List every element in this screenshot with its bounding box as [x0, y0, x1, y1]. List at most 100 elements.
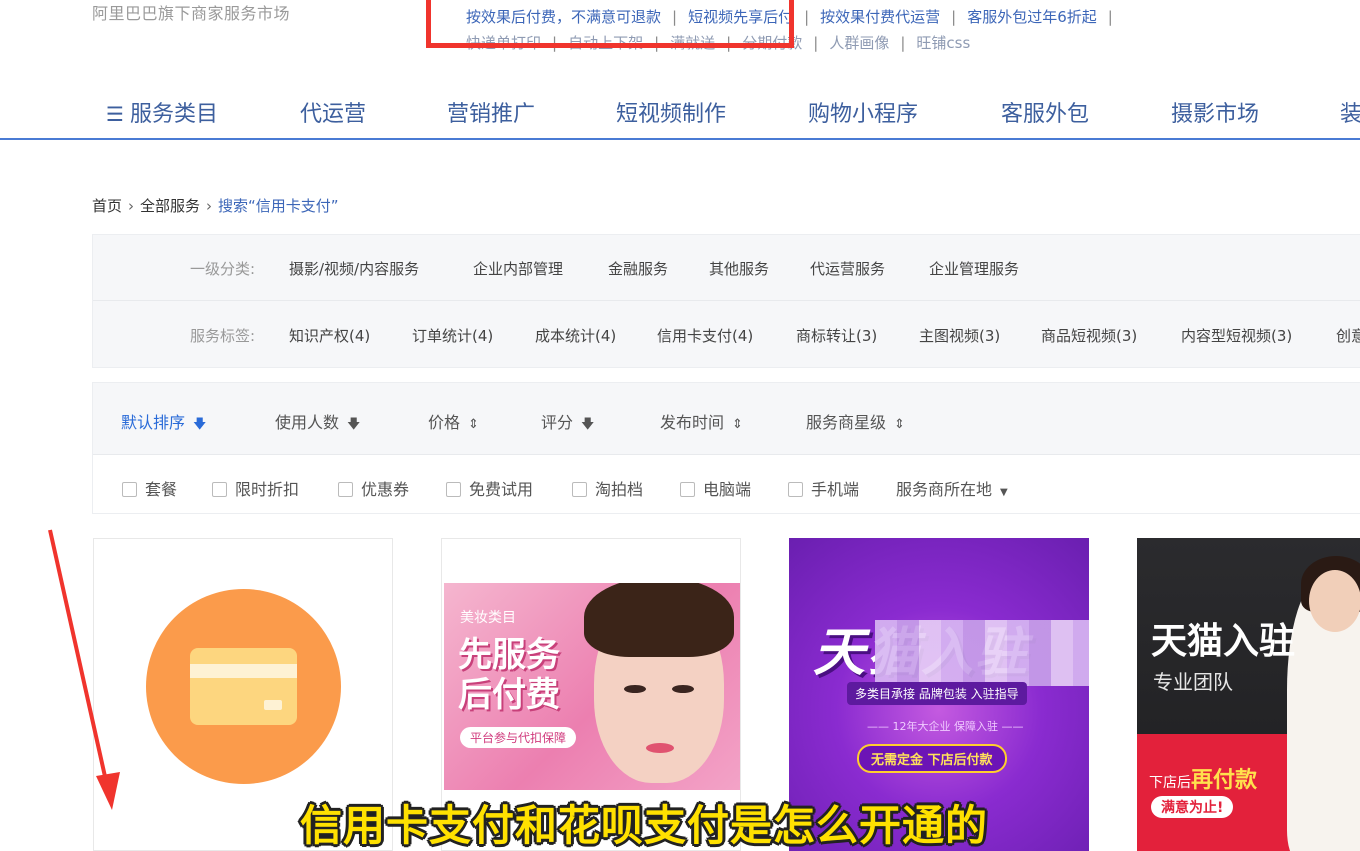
nav-item-mini-program[interactable]: 购物小程序	[808, 96, 918, 128]
banner-category: 美妆类目	[460, 610, 516, 626]
pay-highlight: 再付款	[1191, 768, 1258, 793]
category-option[interactable]: 企业内部管理	[473, 258, 563, 279]
tag-option[interactable]: 商标转让(3)	[796, 325, 877, 346]
promo-link[interactable]: 按效果付费代运营	[820, 8, 940, 26]
model-portrait	[584, 583, 734, 783]
divider: |	[813, 34, 819, 52]
checkbox-filter-row: 套餐 限时折扣 优惠券 免费试用 淘拍档 电脑端 手机端 服务商所在地 ▼	[93, 456, 1360, 514]
checkbox-package[interactable]: 套餐	[122, 476, 177, 500]
promo-link[interactable]: 旺铺css	[916, 34, 970, 52]
divider: |	[951, 8, 957, 26]
sort-label: 服务商星级	[806, 413, 887, 432]
sort-price[interactable]: 价格 ⇕	[428, 409, 479, 433]
checkbox-icon[interactable]	[572, 482, 587, 497]
tag-option[interactable]: 创意	[1336, 325, 1360, 346]
promo-link[interactable]: 客服外包过年6折起	[967, 8, 1097, 26]
nav-item-photography[interactable]: 摄影市场	[1171, 96, 1259, 128]
nav-item-short-video[interactable]: 短视频制作	[616, 96, 726, 128]
tag-option[interactable]: 内容型短视频(3)	[1181, 325, 1292, 346]
category-option[interactable]: 代运营服务	[810, 258, 885, 279]
tag-label: 服务标签:	[190, 327, 256, 345]
checkbox-label: 套餐	[145, 480, 178, 499]
divider: |	[672, 8, 678, 26]
sort-label: 发布时间	[660, 413, 725, 432]
sort-updown-icon: ⇕	[732, 417, 743, 432]
service-card[interactable]: 天猫入驻 专业团队 下店后再付款 满意为止!	[1137, 538, 1360, 851]
category-option[interactable]: 企业管理服务	[929, 258, 1019, 279]
checkbox-desktop[interactable]: 电脑端	[680, 476, 751, 500]
portrait-head	[1309, 570, 1360, 632]
nav-item-operation[interactable]: 代运营	[300, 96, 366, 128]
nav-item-decoration[interactable]: 装	[1340, 96, 1360, 128]
category-label: 一级分类:	[190, 260, 256, 278]
checkbox-icon[interactable]	[338, 482, 353, 497]
checkbox-icon[interactable]	[212, 482, 227, 497]
nav-item-service-category[interactable]: ☰ 服务类目	[106, 96, 218, 128]
sort-updown-icon: ⇕	[468, 417, 479, 432]
sort-rating[interactable]: 评分 🡇	[541, 409, 594, 437]
checkbox-icon[interactable]	[788, 482, 803, 497]
category-option[interactable]: 其他服务	[709, 258, 769, 279]
sort-label: 评分	[541, 413, 574, 432]
checkbox-taopaidang[interactable]: 淘拍档	[572, 476, 643, 500]
video-subtitle: 信用卡支付和花呗支付是怎么开通的	[300, 801, 989, 850]
portrait-eye	[672, 685, 694, 693]
banner-subtitle: 专业团队	[1153, 670, 1233, 694]
promo-link[interactable]: 短视频先享后付	[688, 8, 793, 26]
nav-item-customer-service[interactable]: 客服外包	[1001, 96, 1089, 128]
pay-prefix: 下店后	[1149, 775, 1191, 791]
sort-users[interactable]: 使用人数 🡇	[275, 409, 360, 437]
dropdown-label: 服务商所在地	[896, 480, 993, 499]
banner-note: —— 12年大企业 保障入驻 ——	[867, 720, 1024, 733]
checkbox-limited-discount[interactable]: 限时折扣	[212, 476, 299, 500]
promo-link[interactable]: 人群画像	[829, 34, 889, 52]
category-option[interactable]: 金融服务	[608, 258, 668, 279]
divider: |	[654, 34, 660, 52]
checkbox-label: 手机端	[811, 480, 860, 499]
tag-option[interactable]: 成本统计(4)	[535, 325, 616, 346]
card-stripe	[190, 664, 297, 678]
banner-headline: 先服务 后付费	[458, 635, 560, 715]
tag-option[interactable]: 商品短视频(3)	[1041, 325, 1137, 346]
divider: |	[552, 34, 558, 52]
breadcrumb: 首页 › 全部服务 › 搜索“信用卡支付”	[92, 195, 339, 216]
breadcrumb-home[interactable]: 首页	[92, 197, 122, 215]
promo-link[interactable]: 满就送	[670, 34, 715, 52]
nav-item-marketing[interactable]: 营销推广	[447, 96, 535, 128]
checkbox-icon[interactable]	[680, 482, 695, 497]
sort-label: 价格	[428, 413, 461, 432]
checkbox-icon[interactable]	[122, 482, 137, 497]
divider: |	[1107, 8, 1113, 26]
tag-option[interactable]: 信用卡支付(4)	[657, 325, 753, 346]
provider-location-dropdown[interactable]: 服务商所在地 ▼	[896, 476, 1008, 500]
promo-link[interactable]: 快递单打印	[466, 34, 541, 52]
chevron-right-icon: ›	[128, 197, 135, 215]
brand-subtitle: 阿里巴巴旗下商家服务市场	[92, 4, 291, 23]
category-option[interactable]: 摄影/视频/内容服务	[289, 258, 419, 279]
promo-link[interactable]: 分期付款	[742, 34, 802, 52]
checkbox-coupon[interactable]: 优惠券	[338, 476, 409, 500]
tag-filter-row: 服务标签: 知识产权(4) 订单统计(4) 成本统计(4) 信用卡支付(4) 商…	[93, 302, 1360, 368]
sort-provider-stars[interactable]: 服务商星级 ⇕	[806, 409, 905, 433]
breadcrumb-all-services[interactable]: 全部服务	[140, 197, 200, 215]
tag-option[interactable]: 知识产权(4)	[289, 325, 370, 346]
caret-down-icon: ▼	[1000, 487, 1008, 498]
checkbox-icon[interactable]	[446, 482, 461, 497]
mosaic-blur	[875, 620, 1089, 686]
checkbox-free-trial[interactable]: 免费试用	[446, 476, 533, 500]
sort-publish-time[interactable]: 发布时间 ⇕	[660, 409, 743, 433]
banner-tag: 平台参与代扣保障	[460, 727, 577, 748]
tag-option[interactable]: 订单统计(4)	[412, 325, 493, 346]
card-chip	[264, 700, 282, 710]
service-banner: 天猫入驻 专业团队 下店后再付款 满意为止!	[1137, 538, 1360, 851]
tag-option[interactable]: 主图视频(3)	[919, 325, 1000, 346]
sort-label: 默认排序	[121, 413, 186, 432]
promo-row-1: 按效果后付费，不满意可退款 | 短视频先享后付 | 按效果付费代运营 | 客服外包过年6折起…	[466, 4, 1246, 30]
promo-link[interactable]: 自动上下架	[568, 34, 643, 52]
checkbox-label: 限时折扣	[235, 480, 300, 499]
banner-pay-text: 下店后再付款	[1149, 762, 1257, 794]
banner-pill: 无需定金 下店后付款	[857, 744, 1007, 773]
sort-default[interactable]: 默认排序 🡇	[121, 409, 206, 437]
checkbox-mobile[interactable]: 手机端	[788, 476, 859, 500]
promo-link[interactable]: 按效果后付费，不满意可退款	[466, 8, 661, 26]
